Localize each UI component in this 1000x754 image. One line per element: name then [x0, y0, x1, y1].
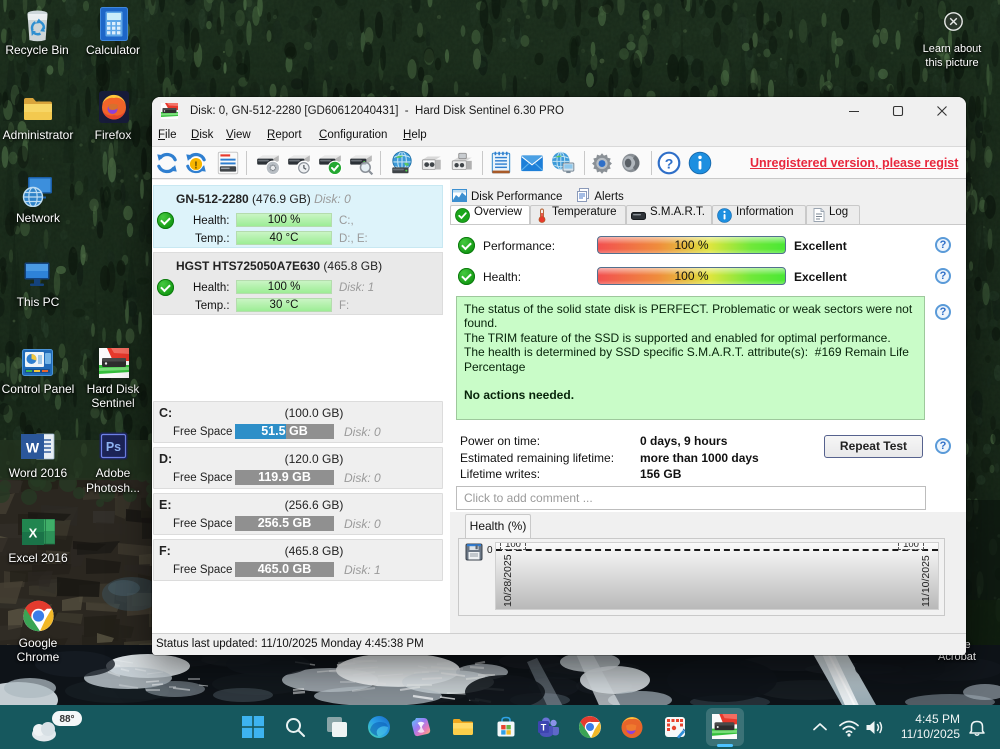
svg-text:X: X — [29, 526, 38, 541]
svg-text:88°: 88° — [59, 714, 74, 725]
svg-text:!: ! — [194, 160, 197, 171]
svg-text:?: ? — [665, 155, 674, 171]
svg-text:T: T — [541, 723, 547, 733]
svg-text:Ps: Ps — [106, 440, 121, 454]
svg-text:W: W — [26, 440, 40, 456]
